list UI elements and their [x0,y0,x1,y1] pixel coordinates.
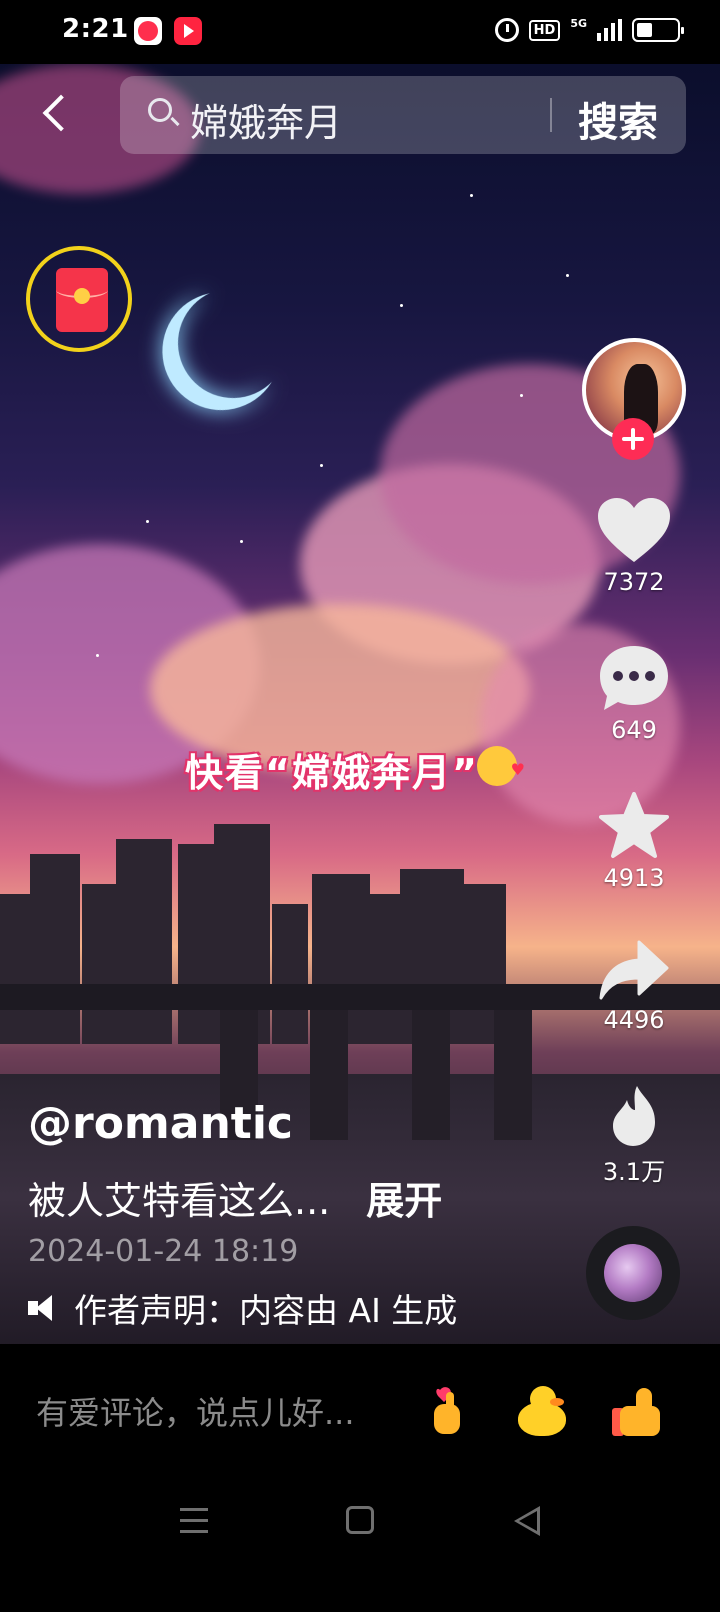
network-type-label: 5G [570,16,587,30]
duck-icon[interactable] [514,1384,570,1440]
comment-input[interactable]: 有爱评论，说点儿好... [36,1388,355,1434]
description-row: 被人艾特看这么... 展开 [28,1170,442,1225]
video-caption: 快看“嫦娥奔月” [185,751,479,795]
alarm-icon [494,18,519,42]
video-app-notification-icon [134,17,162,45]
comment-button[interactable]: 649 [584,644,684,744]
music-disc[interactable] [586,1226,680,1320]
music-cover [604,1244,662,1302]
status-indicators: HD 5G [494,16,684,42]
system-nav-bar [0,1474,720,1612]
moon-graphic [169,279,296,406]
hd-badge: HD [528,19,561,41]
comment-bar: 有爱评论，说点儿好... [0,1344,720,1474]
like-button[interactable]: 7372 [584,498,684,596]
play-app-notification-icon [174,17,202,45]
post-timestamp: 2024-01-24 18:19 [28,1234,299,1269]
battery-fill [637,23,653,37]
author-name[interactable]: @romantic [28,1098,293,1149]
heart-icon [598,498,670,562]
megaphone-icon [28,1293,58,1323]
search-divider [550,98,552,132]
expand-button[interactable]: 展开 [366,1179,442,1223]
follow-button[interactable] [612,418,654,460]
star-icon [599,792,669,858]
favorite-button[interactable]: 4913 [584,792,684,892]
flame-icon [613,1086,655,1146]
back-triangle-icon[interactable] [514,1506,540,1536]
author-declaration: 作者声明：内容由 AI 生成 [28,1284,457,1332]
battery-icon [632,18,684,42]
like-count: 7372 [603,568,665,596]
status-time: 2:21 [62,14,129,44]
comment-icon [600,646,668,710]
related-button[interactable]: 3.1万 [584,1084,684,1187]
search-button[interactable]: 搜索 [578,90,658,148]
share-count: 4496 [603,1006,665,1034]
status-bar: 2:21 HD 5G [0,0,720,64]
description-text: 被人艾特看这么... [28,1179,331,1223]
share-button[interactable]: 4496 [584,940,684,1034]
home-icon[interactable] [346,1506,374,1534]
signal-icon [597,19,622,41]
red-packet-button[interactable] [26,246,132,352]
comment-count: 649 [611,716,657,744]
kiss-emoji-icon [477,746,525,786]
red-packet-icon [56,268,108,332]
thumbs-up-icon[interactable] [612,1384,668,1440]
back-button[interactable] [34,90,82,138]
finger-heart-icon[interactable] [418,1384,474,1440]
search-bar[interactable]: 嫦娥奔月 搜索 [120,76,686,154]
share-arrow-icon [599,940,669,1000]
search-input[interactable]: 嫦娥奔月 [190,92,342,147]
related-count: 3.1万 [602,1158,666,1186]
recent-apps-icon[interactable] [180,1508,208,1536]
search-icon [148,98,172,122]
declaration-text: 作者声明：内容由 AI 生成 [74,1291,458,1330]
favorite-count: 4913 [603,864,665,892]
